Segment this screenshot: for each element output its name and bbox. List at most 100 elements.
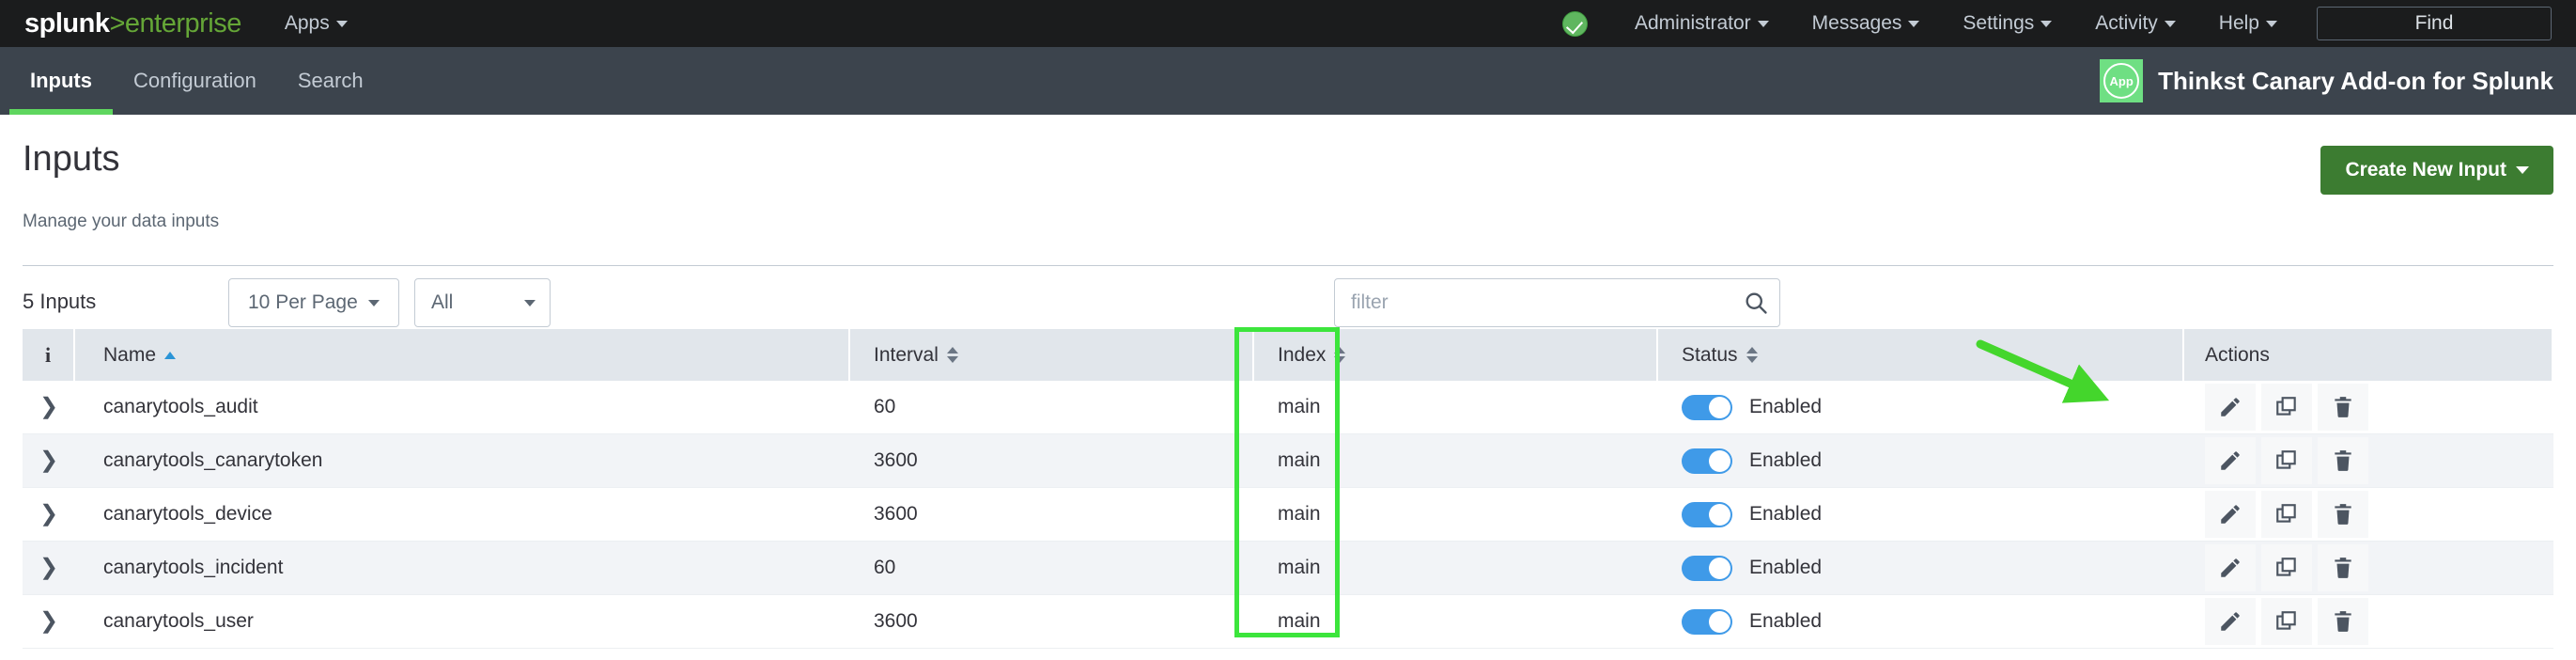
delete-trash-icon[interactable] [2318,384,2368,431]
tab-inputs[interactable]: Inputs [9,47,113,115]
scope-select-value: All [431,291,454,313]
column-header-index-label: Index [1278,343,1327,366]
app-nav-bar: Inputs Configuration Search App Thinkst … [0,47,2576,115]
cell-index: main [1278,449,1321,471]
input-count-label: 5 Inputs [23,290,97,313]
messages-menu[interactable]: Messages [1812,12,1920,35]
top-nav-right-group: Administrator Messages Settings Activity… [1561,0,2576,47]
delete-trash-icon[interactable] [2318,437,2368,484]
cell-interval: 60 [874,557,896,578]
app-title: Thinkst Canary Add-on for Splunk [2158,66,2553,95]
cell-name: canarytools_user [103,610,254,632]
create-new-input-button[interactable]: Create New Input [2320,146,2553,195]
help-menu-label: Help [2218,12,2259,34]
column-header-name-label: Name [103,343,157,366]
clone-icon[interactable] [2261,437,2312,484]
activity-menu[interactable]: Activity [2095,12,2176,35]
delete-trash-icon[interactable] [2318,598,2368,645]
cell-name: canarytools_device [103,503,272,525]
cell-actions [2184,542,2553,594]
status-toggle[interactable] [1682,555,1732,581]
edit-pencil-icon[interactable] [2205,598,2256,645]
chevron-down-icon [2164,20,2176,27]
chevron-right-icon: ❯ [39,608,59,634]
clone-icon[interactable] [2261,384,2312,431]
logo-splunk-text: splunk [24,8,110,39]
column-header-interval[interactable]: Interval [850,329,1254,381]
global-top-nav-bar: splunk>enterprise Apps Administrator Mes… [0,0,2576,47]
table-controls-row: 5 Inputs 10 Per Page All [0,278,2576,335]
row-expand-toggle[interactable]: ❯ [23,595,75,648]
help-menu[interactable]: Help [2219,12,2277,35]
cell-index: main [1278,396,1321,417]
table-row: ❯ canarytools_device 3600 main Enabled [23,488,2553,542]
logo-enterprise-text: >enterprise [109,8,241,39]
chevron-down-icon [524,299,535,306]
delete-trash-icon[interactable] [2318,491,2368,538]
column-header-index[interactable]: Index [1254,329,1658,381]
settings-menu-label: Settings [1963,12,2035,34]
table-row: ❯ canarytools_canarytoken 3600 main Enabled [23,434,2553,488]
search-icon[interactable] [1732,290,1779,316]
per-page-dropdown[interactable]: 10 Per Page [228,278,399,327]
health-check-icon[interactable] [1561,10,1588,37]
chevron-down-icon [1757,20,1769,27]
row-expand-toggle[interactable]: ❯ [23,434,75,487]
cell-actions [2184,595,2553,648]
status-toggle[interactable] [1682,608,1732,635]
status-toggle[interactable] [1682,501,1732,527]
chevron-right-icon: ❯ [39,394,59,419]
scope-select[interactable]: All [414,278,551,327]
row-expand-toggle[interactable]: ❯ [23,381,75,433]
clone-icon[interactable] [2261,598,2312,645]
administrator-menu[interactable]: Administrator [1635,12,1769,35]
cell-interval: 3600 [874,449,918,471]
filter-input[interactable] [1335,291,1732,315]
tab-inputs-label: Inputs [30,69,92,92]
cell-status: Enabled [1658,381,2184,433]
sort-ascending-icon [164,351,177,359]
table-row: ❯ canarytools_incident 60 main Enabled [23,542,2553,595]
edit-pencil-icon[interactable] [2205,491,2256,538]
row-expand-toggle[interactable]: ❯ [23,488,75,541]
chevron-down-icon [2041,20,2053,27]
column-header-name[interactable]: Name [75,329,850,381]
header-divider [23,265,2553,266]
table-row: ❯ canarytools_user 3600 main Enabled [23,595,2553,649]
chevron-right-icon: ❯ [39,448,59,473]
tab-search-label: Search [297,69,364,92]
app-badge-icon: App [2100,59,2144,102]
column-header-status-label: Status [1682,343,1738,366]
cell-interval: 3600 [874,610,918,632]
table-row: ❯ canarytools_audit 60 main Enabled [23,381,2553,434]
status-toggle[interactable] [1682,394,1732,420]
administrator-menu-label: Administrator [1634,12,1751,34]
column-header-actions-label: Actions [2205,343,2270,366]
edit-pencil-icon[interactable] [2205,384,2256,431]
tab-search[interactable]: Search [277,47,384,115]
column-header-info: i [23,329,75,381]
row-expand-toggle[interactable]: ❯ [23,542,75,594]
clone-icon[interactable] [2261,544,2312,591]
column-header-status[interactable]: Status [1658,329,2184,381]
clone-icon[interactable] [2261,491,2312,538]
delete-trash-icon[interactable] [2318,544,2368,591]
table-body: ❯ canarytools_audit 60 main Enabled ❯ canaryto… [23,381,2553,649]
status-toggle[interactable] [1682,448,1732,474]
page-title: Inputs [23,139,120,179]
status-label: Enabled [1749,503,1823,525]
cell-actions [2184,381,2553,433]
apps-menu[interactable]: Apps [285,12,348,35]
find-button[interactable]: Find [2317,7,2552,40]
edit-pencil-icon[interactable] [2205,437,2256,484]
cell-actions [2184,434,2553,487]
status-label: Enabled [1749,396,1823,417]
filter-search-box[interactable] [1334,278,1780,327]
sort-both-icon [946,347,958,363]
splunk-enterprise-logo[interactable]: splunk>enterprise [24,8,241,39]
tab-configuration[interactable]: Configuration [113,47,277,115]
settings-menu[interactable]: Settings [1963,12,2053,35]
cell-name: canarytools_audit [103,396,258,417]
app-badge-label: App [2103,63,2140,99]
edit-pencil-icon[interactable] [2205,544,2256,591]
